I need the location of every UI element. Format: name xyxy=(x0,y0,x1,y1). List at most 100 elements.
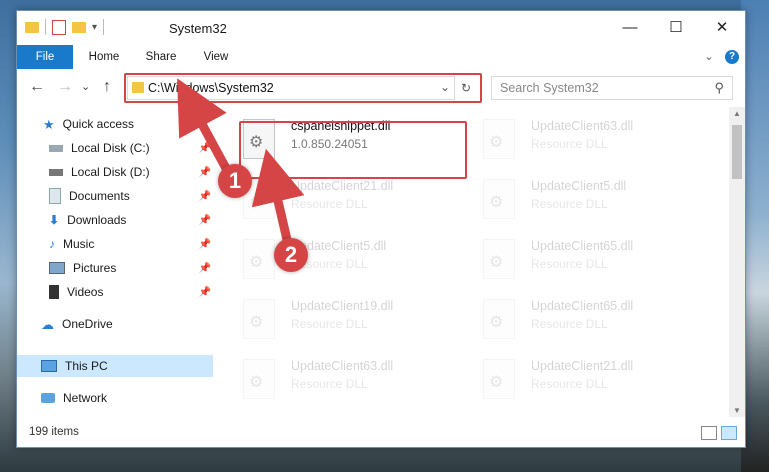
computer-icon xyxy=(41,360,57,372)
search-placeholder: Search System32 xyxy=(500,81,599,95)
sidebar-item-label: Documents xyxy=(69,189,130,203)
file-name: UpdateClient63.dll xyxy=(531,119,634,133)
folder-icon xyxy=(25,21,39,33)
sidebar-item-documents[interactable]: Documents 📌 xyxy=(49,185,213,207)
dll-file-icon xyxy=(483,299,515,339)
sidebar-item-local-disk-d[interactable]: Local Disk (D:) 📌 xyxy=(49,161,213,183)
dll-file-icon xyxy=(483,179,515,219)
tab-view[interactable]: View xyxy=(197,45,235,69)
sidebar-item-label: This PC xyxy=(65,359,108,373)
sidebar-item-network[interactable]: Network xyxy=(41,387,213,409)
vertical-scrollbar[interactable]: ▲ ▼ xyxy=(729,107,745,417)
download-arrow-icon: ⬇ xyxy=(49,213,60,227)
sidebar-item-videos[interactable]: Videos 📌 xyxy=(49,281,213,303)
sidebar-item-label: Network xyxy=(63,391,108,405)
customize-toolbar-icon[interactable]: ▾ xyxy=(92,22,97,33)
ribbon-tabs: File Home Share View ⌄ ? xyxy=(17,45,745,93)
large-icons-view-button[interactable] xyxy=(721,426,737,440)
status-bar: 199 items xyxy=(17,421,745,445)
sidebar-item-label: Music xyxy=(63,237,95,251)
file-item[interactable]: UpdateClient65.dll Resource DLL xyxy=(475,235,705,283)
search-icon: ⚲ xyxy=(714,80,724,95)
pin-icon: 📌 xyxy=(198,262,211,274)
sidebar-item-local-disk-c[interactable]: Local Disk (C:) 📌 xyxy=(49,137,213,159)
file-type: Resource DLL xyxy=(531,137,608,151)
file-item[interactable]: UpdateClient65.dll Resource DLL xyxy=(475,295,705,343)
help-button[interactable]: ? xyxy=(725,50,739,64)
file-item[interactable]: UpdateClient21.dll Resource DLL xyxy=(235,175,465,223)
address-row: ← → ⌄ ↑ C:\Windows\System32 ⌄ ↻ Search S… xyxy=(17,69,745,107)
recent-locations-button[interactable]: ⌄ xyxy=(81,80,90,93)
scroll-down-arrow-icon[interactable]: ▼ xyxy=(733,406,741,415)
tab-home[interactable]: Home xyxy=(81,45,127,69)
back-button[interactable]: ← xyxy=(29,78,45,96)
pin-icon: 📌 xyxy=(198,190,211,202)
close-button[interactable]: ✕ xyxy=(699,11,745,43)
sidebar-item-pictures[interactable]: Pictures 📌 xyxy=(49,257,213,279)
sidebar-item-label: Videos xyxy=(67,285,104,299)
forward-button[interactable]: → xyxy=(57,78,73,96)
network-icon xyxy=(41,393,55,403)
separator xyxy=(103,19,105,35)
file-name: UpdateClient65.dll xyxy=(531,239,634,253)
pin-icon: 📌 xyxy=(198,166,211,178)
file-item[interactable]: UpdateClient21.dll Resource DLL xyxy=(475,355,705,403)
star-icon: ★ xyxy=(43,117,55,132)
address-highlight-box xyxy=(124,73,482,103)
file-type: Resource DLL xyxy=(531,197,608,211)
dll-file-icon xyxy=(483,359,515,399)
up-button[interactable]: ↑ xyxy=(103,78,111,96)
file-name: UpdateClient5.dll xyxy=(531,179,627,193)
step-badge-1: 1 xyxy=(218,164,252,198)
file-type: Resource DLL xyxy=(531,377,608,391)
sidebar-item-label: OneDrive xyxy=(62,317,113,331)
search-box[interactable]: Search System32 ⚲ xyxy=(491,76,733,100)
window-title: System32 xyxy=(169,21,227,36)
file-type: Resource DLL xyxy=(291,197,368,211)
dll-file-icon xyxy=(483,119,515,159)
navigation-pane: ★ Quick access Local Disk (C:) 📌 Local D… xyxy=(17,107,213,417)
sidebar-item-music[interactable]: ♪ Music 📌 xyxy=(49,233,213,255)
scrollbar-thumb[interactable] xyxy=(732,125,742,179)
music-note-icon: ♪ xyxy=(49,237,55,251)
sidebar-item-onedrive[interactable]: ☁ OneDrive xyxy=(41,313,213,335)
pin-icon: 📌 xyxy=(198,238,211,250)
sidebar-item-label: Quick access xyxy=(62,117,135,131)
scroll-up-arrow-icon[interactable]: ▲ xyxy=(733,109,741,118)
sidebar-item-label: Local Disk (D:) xyxy=(71,165,150,179)
file-type: Resource DLL xyxy=(291,317,368,331)
minimize-button[interactable]: — xyxy=(607,11,653,43)
sidebar-item-quick-access[interactable]: ★ Quick access xyxy=(43,113,213,135)
sidebar-item-label: Local Disk (C:) xyxy=(71,141,150,155)
dll-file-icon xyxy=(243,299,275,339)
file-type: Resource DLL xyxy=(531,317,608,331)
sidebar-item-this-pc[interactable]: This PC xyxy=(17,355,213,377)
title-bar: ▾ System32 — ☐ ✕ xyxy=(17,11,745,45)
cloud-icon: ☁ xyxy=(41,317,54,332)
dll-file-icon xyxy=(243,359,275,399)
file-type: Resource DLL xyxy=(291,377,368,391)
pictures-icon xyxy=(49,262,65,274)
file-item[interactable]: UpdateClient5.dll Resource DLL xyxy=(235,235,465,283)
sidebar-item-downloads[interactable]: ⬇ Downloads 📌 xyxy=(49,209,213,231)
step-badge-2: 2 xyxy=(274,238,308,272)
file-item[interactable]: UpdateClient19.dll Resource DLL xyxy=(235,295,465,343)
properties-icon[interactable] xyxy=(52,19,66,35)
expand-ribbon-button[interactable]: ⌄ xyxy=(701,45,717,69)
sidebar-item-label: Pictures xyxy=(73,261,117,275)
separator xyxy=(45,19,46,35)
details-view-button[interactable] xyxy=(701,426,717,440)
dll-file-icon xyxy=(243,239,275,279)
maximize-button[interactable]: ☐ xyxy=(653,11,699,43)
new-folder-icon[interactable] xyxy=(72,21,86,33)
tab-share[interactable]: Share xyxy=(139,45,183,69)
file-explorer-window: ▾ System32 — ☐ ✕ File Home Share View ⌄ … xyxy=(16,10,746,448)
pin-icon: 📌 xyxy=(198,142,211,154)
film-icon xyxy=(49,285,59,299)
file-item[interactable]: UpdateClient63.dll Resource DLL xyxy=(235,355,465,403)
file-item[interactable]: UpdateClient5.dll Resource DLL xyxy=(475,175,705,223)
file-highlight-box xyxy=(239,121,467,179)
quick-access-toolbar: ▾ xyxy=(25,19,105,35)
file-name: UpdateClient21.dll xyxy=(291,179,394,193)
file-item[interactable]: UpdateClient63.dll Resource DLL xyxy=(475,115,705,163)
